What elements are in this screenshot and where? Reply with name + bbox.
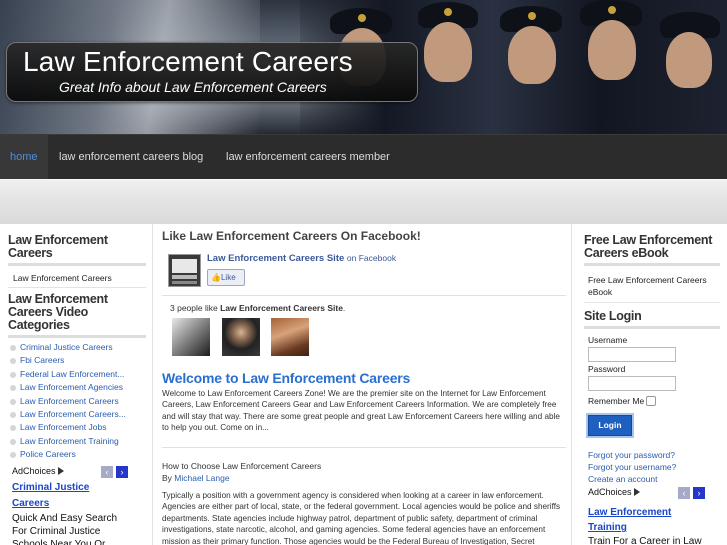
sub-navigation-bar bbox=[0, 179, 727, 224]
category-list: Criminal Justice Careers Fbi Careers Fed… bbox=[8, 341, 146, 462]
bullet-icon bbox=[10, 411, 16, 418]
main-content: Like Law Enforcement Careers On Facebook… bbox=[152, 224, 572, 545]
divider bbox=[584, 302, 720, 303]
fan-avatar[interactable] bbox=[222, 318, 260, 356]
category-item[interactable]: Law Enforcement Agencies bbox=[8, 381, 146, 394]
remember-me: Remember Me bbox=[588, 396, 720, 406]
ad-prev-button[interactable]: ‹ bbox=[678, 487, 690, 499]
ad-text: Train For a Career in Law bbox=[588, 536, 702, 545]
password-label: Password bbox=[588, 364, 626, 374]
left-sidebar: Law Enforcement Careers Law Enforcement … bbox=[0, 224, 150, 545]
widget-title-law-enforcement-careers: Law Enforcement Careers bbox=[8, 233, 108, 260]
facebook-page-logo[interactable] bbox=[168, 254, 201, 287]
post-title: How to Choose Law Enforcement Careers bbox=[162, 461, 322, 471]
divider bbox=[8, 287, 146, 288]
post-author-link[interactable]: Michael Lange bbox=[174, 473, 229, 483]
right-sidebar: Free Law Enforcement Careers eBook Free … bbox=[580, 224, 727, 545]
site-title-box: Law Enforcement Careers Great Info about… bbox=[6, 42, 418, 102]
facebook-like-count: 3 people like Law Enforcement Careers Si… bbox=[170, 303, 346, 313]
adchoices-label[interactable]: AdChoices ‹ › bbox=[8, 465, 146, 480]
password-input[interactable] bbox=[588, 376, 676, 391]
category-item[interactable]: Law Enforcement Training bbox=[8, 435, 146, 448]
bullet-icon bbox=[10, 385, 16, 392]
category-item[interactable]: Law Enforcement Careers... bbox=[8, 408, 146, 421]
ad-prev-button[interactable]: ‹ bbox=[101, 465, 113, 478]
post-title[interactable]: Welcome to Law Enforcement Careers bbox=[162, 370, 410, 386]
page: Law Enforcement Careers Great Info about… bbox=[0, 0, 727, 545]
divider bbox=[584, 263, 720, 266]
category-item[interactable]: Law Enforcement Jobs bbox=[8, 421, 146, 434]
bullet-icon bbox=[10, 398, 16, 405]
nav-law-enforcement-careers-member[interactable]: law enforcement careers member bbox=[216, 135, 400, 180]
adchoices-label[interactable]: AdChoices ‹ › bbox=[584, 487, 720, 501]
ebook-link[interactable]: Free Law Enforcement Careers eBook bbox=[584, 269, 720, 302]
adchoices-icon bbox=[57, 466, 64, 475]
facebook-widget-title: Like Law Enforcement Careers On Facebook… bbox=[162, 229, 421, 243]
bullet-icon bbox=[10, 425, 16, 432]
bullet-icon bbox=[10, 345, 16, 351]
fan-avatar[interactable] bbox=[172, 318, 210, 356]
main-navigation: home law enforcement careers blog law en… bbox=[0, 134, 727, 180]
bullet-icon bbox=[10, 358, 16, 365]
widget-title-ebook: Free Law Enforcement Careers eBook bbox=[584, 233, 713, 260]
post-body: Welcome to Law Enforcement Careers Zone!… bbox=[162, 389, 560, 433]
divider bbox=[584, 326, 720, 329]
site-tagline: Great Info about Law Enforcement Careers bbox=[59, 79, 327, 95]
header-banner: Law Enforcement Careers Great Info about… bbox=[0, 0, 727, 134]
ad-link[interactable]: Law Enforcement Training bbox=[588, 505, 704, 535]
facebook-page-name[interactable]: Law Enforcement Careers Site on Facebook bbox=[207, 253, 396, 264]
post-body: Typically a position with a government a… bbox=[162, 491, 561, 545]
remember-me-checkbox[interactable] bbox=[646, 396, 657, 406]
category-item[interactable]: Law Enforcement Careers bbox=[8, 395, 146, 408]
divider bbox=[162, 295, 566, 296]
forgot-password-link[interactable]: Forgot your password? bbox=[588, 449, 720, 461]
adchoices-icon bbox=[633, 488, 640, 496]
ad-text: Quick And Easy Search For Criminal Justi… bbox=[12, 512, 118, 545]
bullet-icon bbox=[10, 452, 16, 459]
category-item[interactable]: Federal Law Enforcement... bbox=[8, 368, 146, 381]
ad-next-button[interactable]: › bbox=[693, 487, 705, 499]
create-account-link[interactable]: Create an account bbox=[588, 473, 720, 485]
fan-avatar[interactable] bbox=[271, 318, 309, 356]
ad-next-button[interactable]: › bbox=[116, 465, 128, 478]
forgot-username-link[interactable]: Forgot your username? bbox=[588, 461, 720, 473]
ad-link[interactable]: Criminal Justice Careers bbox=[12, 480, 126, 512]
widget-title-video-categories: Law Enforcement Careers Video Categories bbox=[8, 292, 108, 332]
username-input[interactable] bbox=[588, 347, 676, 362]
category-item[interactable]: Fbi Careers bbox=[8, 354, 146, 367]
widget-item[interactable]: Law Enforcement Careers bbox=[8, 269, 146, 287]
divider bbox=[8, 335, 146, 338]
widget-title-site-login: Site Login bbox=[584, 309, 642, 323]
nav-law-enforcement-careers-blog[interactable]: law enforcement careers blog bbox=[49, 135, 213, 180]
post-byline: By Michael Lange bbox=[162, 473, 230, 483]
facebook-like-button[interactable]: 👍Like bbox=[207, 269, 245, 286]
category-item[interactable]: Police Careers bbox=[8, 448, 146, 461]
category-item[interactable]: Criminal Justice Careers bbox=[8, 341, 146, 354]
divider bbox=[162, 447, 566, 448]
username-label: Username bbox=[588, 335, 628, 345]
divider bbox=[8, 263, 146, 266]
login-button[interactable]: Login bbox=[588, 415, 632, 436]
bullet-icon bbox=[10, 371, 16, 378]
site-title[interactable]: Law Enforcement Careers bbox=[23, 46, 353, 78]
nav-home[interactable]: home bbox=[0, 135, 48, 180]
thumbs-up-icon: 👍 bbox=[211, 273, 221, 282]
bullet-icon bbox=[10, 438, 16, 445]
